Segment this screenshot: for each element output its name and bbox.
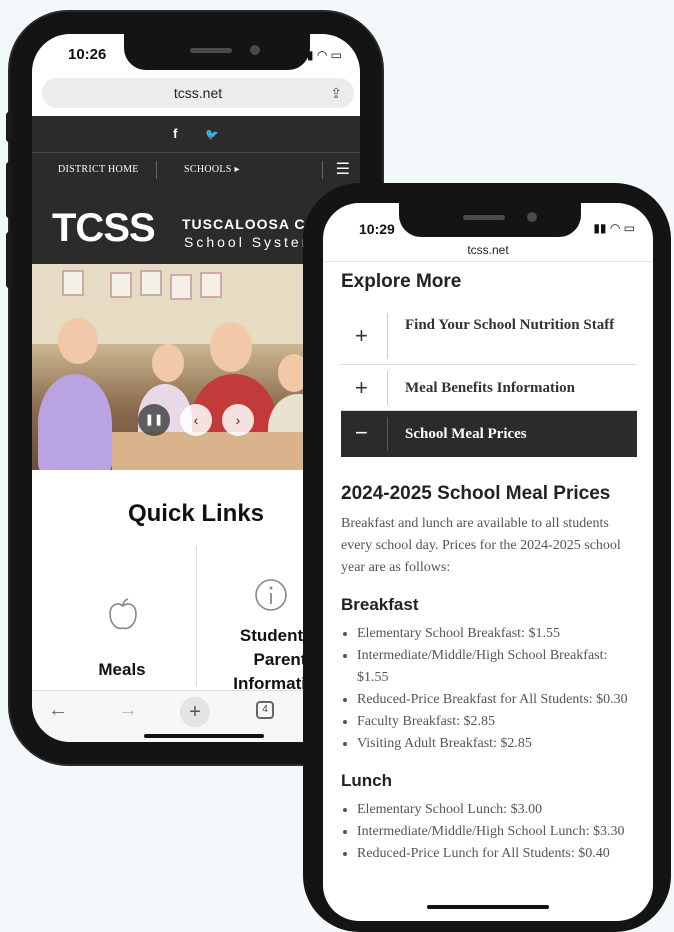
mute-switch: [6, 112, 12, 142]
list-item: Faculty Breakfast: $2.85: [357, 711, 637, 733]
accordion-meal-benefits[interactable]: + Meal Benefits Information: [341, 365, 637, 411]
carousel-prev-button[interactable]: ‹: [180, 404, 212, 436]
accordion-label: Meal Benefits Information: [405, 380, 575, 396]
list-item: Intermediate/Middle/High School Breakfas…: [357, 645, 637, 689]
explore-more-title: Explore More: [341, 271, 462, 292]
phone-front-screen: 10:29 ▮▮ ◠ ▭ tcss.net Explore More + Fin…: [323, 203, 653, 921]
notch: [124, 34, 310, 70]
breakfast-heading: Breakfast: [341, 595, 419, 614]
pause-button[interactable]: ❚❚: [138, 404, 170, 436]
list-item: Visiting Adult Breakfast: $2.85: [357, 733, 637, 755]
status-time: 10:29: [359, 221, 395, 237]
new-tab-button[interactable]: +: [180, 697, 210, 727]
back-arrow-icon[interactable]: ←: [48, 699, 68, 722]
home-indicator: [144, 734, 264, 738]
section-title: 2024-2025 School Meal Prices: [341, 483, 611, 504]
forward-arrow-icon[interactable]: →: [118, 699, 138, 722]
tabs-button[interactable]: 4: [256, 701, 274, 719]
volume-down-button: [6, 232, 12, 288]
lunch-list: Elementary School Lunch: $3.00 Intermedi…: [341, 799, 637, 865]
social-bar: f 🐦: [32, 116, 360, 152]
lunch-heading: Lunch: [341, 771, 392, 790]
menu-icon[interactable]: ☰: [336, 153, 350, 187]
facebook-icon[interactable]: f: [173, 126, 177, 141]
list-item: Intermediate/Middle/High School Lunch: $…: [357, 821, 637, 843]
site-nav: DISTRICT HOME SCHOOLS ▸ ☰: [32, 152, 360, 186]
home-indicator: [427, 905, 549, 909]
twitter-icon[interactable]: 🐦: [205, 129, 219, 141]
carousel-next-button[interactable]: ›: [222, 404, 254, 436]
list-item: Reduced-Price Breakfast for All Students…: [357, 689, 637, 711]
accordion-label: Find Your School Nutrition Staff: [405, 317, 615, 333]
accordion-label: School Meal Prices: [405, 426, 527, 442]
intro-paragraph: Breakfast and lunch are available to all…: [341, 516, 621, 575]
status-time: 10:26: [68, 46, 107, 63]
expand-plus-icon: +: [355, 323, 368, 348]
notch: [399, 203, 581, 237]
url-text[interactable]: tcss.net: [323, 243, 653, 257]
accordion-nutrition-staff[interactable]: + Find Your School Nutrition Staff: [341, 307, 637, 365]
expand-plus-icon: +: [355, 375, 368, 400]
list-item: Reduced-Price Lunch for All Students: $0…: [357, 843, 637, 865]
nav-schools[interactable]: SCHOOLS ▸: [184, 153, 240, 187]
status-icons: ▮▮ ◠ ▭: [593, 221, 635, 235]
quick-links-divider: [196, 546, 197, 686]
share-icon[interactable]: ⇪: [330, 78, 342, 108]
phone-front: 10:29 ▮▮ ◠ ▭ tcss.net Explore More + Fin…: [303, 183, 671, 932]
collapse-minus-icon: −: [355, 420, 368, 445]
volume-up-button: [6, 162, 12, 218]
nav-district-home[interactable]: DISTRICT HOME: [58, 153, 139, 187]
accordion-meal-prices[interactable]: − School Meal Prices: [341, 411, 637, 457]
info-icon: [254, 578, 288, 620]
list-item: Elementary School Breakfast: $1.55: [357, 623, 637, 645]
page-content: Explore More + Find Your School Nutritio…: [341, 271, 637, 865]
org-name-line2: School System: [184, 234, 317, 250]
address-bar[interactable]: tcss.net ⇪: [42, 78, 354, 108]
apple-icon: [108, 598, 138, 640]
tcss-logo[interactable]: TCSS: [52, 206, 156, 251]
breakfast-list: Elementary School Breakfast: $1.55 Inter…: [341, 623, 637, 755]
url-text: tcss.net: [173, 85, 223, 101]
list-item: Elementary School Lunch: $3.00: [357, 799, 637, 821]
quick-link-meals[interactable]: Meals: [72, 660, 172, 680]
